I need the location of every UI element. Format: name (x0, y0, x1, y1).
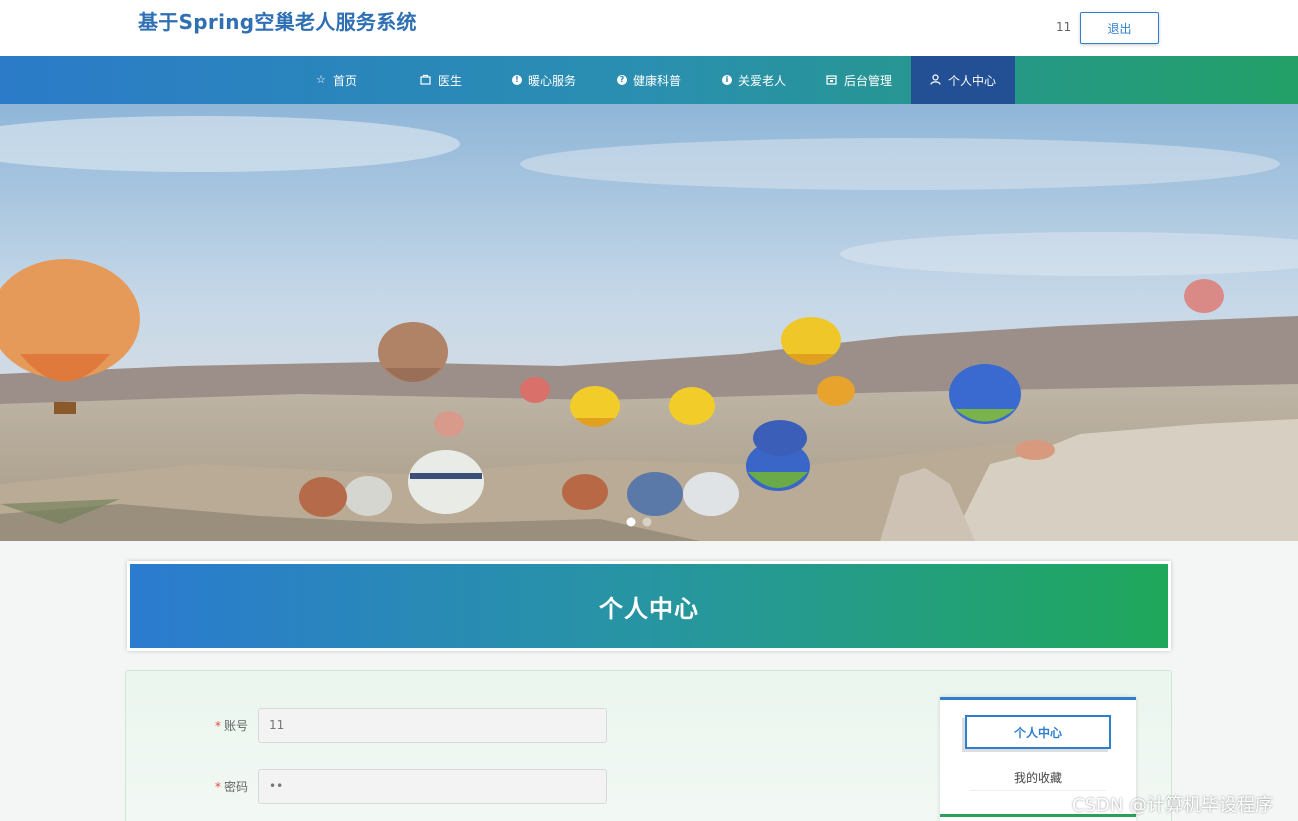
main-nav: ☆ 首页 医生 ! 暖心服务 ? 健康科普 i 关爱老人 后台管理 个人中心 (0, 56, 1298, 104)
user-icon (930, 74, 942, 86)
account-label: * 账号 (214, 718, 248, 733)
banner-carousel[interactable] (0, 104, 1298, 541)
nav-item-home[interactable]: ☆ 首页 (300, 56, 372, 104)
top-header: 基于Spring空巢老人服务系统 11 退出 (0, 0, 1298, 56)
bag-icon (420, 74, 432, 86)
carousel-dot-active[interactable] (626, 517, 636, 527)
nav-item-label: 关爱老人 (737, 73, 786, 88)
carousel-dot[interactable] (642, 517, 652, 527)
star-icon: ☆ (316, 73, 326, 86)
nav-item-label: 后台管理 (843, 73, 892, 88)
nav-item-warm-service[interactable]: ! 暖心服务 (500, 56, 588, 104)
nav-item-admin[interactable]: 后台管理 (815, 56, 903, 104)
logout-button[interactable]: 退出 (1080, 12, 1159, 44)
nav-item-label: 首页 (332, 73, 357, 88)
nav-item-personal-center[interactable]: 个人中心 (911, 56, 1015, 104)
watermark: CSDN @计算机毕设程序 (1072, 795, 1274, 816)
question-dot-icon: ? (616, 75, 627, 85)
password-label: * 密码 (214, 779, 248, 794)
nav-item-label: 个人中心 (947, 73, 996, 88)
banner-image (0, 104, 1298, 541)
side-menu-my-favorites[interactable]: 我的收藏 (970, 765, 1106, 791)
nav-item-doctor[interactable]: 医生 (405, 56, 477, 104)
info-dot-icon: ! (511, 75, 522, 85)
side-menu-personal-center[interactable]: 个人中心 (965, 715, 1111, 749)
nav-item-label: 暖心服务 (527, 73, 576, 88)
username: 11 (1056, 20, 1072, 34)
nav-item-care-elderly[interactable]: i 关爱老人 (710, 56, 798, 104)
nav-item-health-education[interactable]: ? 健康科普 (605, 56, 693, 104)
account-input[interactable] (258, 707, 607, 743)
section-title-banner: 个人中心 (127, 561, 1171, 651)
site-title: 基于Spring空巢老人服务系统 (138, 10, 417, 34)
info-dot-icon: i (721, 75, 732, 85)
password-input[interactable] (258, 768, 607, 804)
admin-box-icon (826, 74, 838, 86)
nav-item-label: 健康科普 (632, 73, 681, 88)
nav-item-label: 医生 (437, 73, 462, 88)
section-title: 个人中心 (599, 594, 699, 623)
